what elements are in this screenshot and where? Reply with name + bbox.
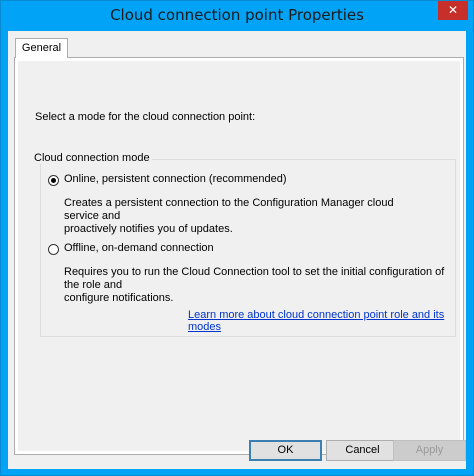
- close-icon: ✕: [447, 3, 459, 17]
- apply-button[interactable]: Apply: [393, 440, 466, 461]
- offline-mode-description: Requires you to run the Cloud Connection…: [64, 266, 454, 305]
- online-mode-label[interactable]: Online, persistent connection (recommend…: [64, 173, 287, 185]
- online-mode-description: Creates a persistent connection to the C…: [64, 197, 424, 236]
- radio-selected-dot: [51, 178, 56, 183]
- offline-desc-line1: Requires you to run the Cloud Connection…: [64, 266, 445, 291]
- dialog-client-area: General Select a mode for the cloud conn…: [8, 31, 466, 469]
- properties-window: Cloud connection point Properties ✕ Gene…: [0, 0, 474, 476]
- cancel-button[interactable]: Cancel: [326, 440, 399, 461]
- offline-mode-label[interactable]: Offline, on-demand connection: [64, 242, 214, 254]
- ok-button[interactable]: OK: [249, 440, 322, 461]
- select-mode-label: Select a mode for the cloud connection p…: [35, 111, 256, 123]
- tab-general[interactable]: General: [15, 38, 68, 58]
- general-tab-panel: Select a mode for the cloud connection p…: [14, 57, 464, 455]
- close-button[interactable]: ✕: [438, 1, 468, 20]
- learn-more-link[interactable]: Learn more about cloud connection point …: [188, 309, 460, 333]
- group-title: Cloud connection mode: [32, 152, 152, 164]
- online-mode-radio[interactable]: [48, 175, 59, 186]
- offline-desc-line2: configure notifications.: [64, 292, 174, 304]
- online-desc-line1: Creates a persistent connection to the C…: [64, 197, 394, 222]
- general-tab-content: Select a mode for the cloud connection p…: [18, 61, 460, 451]
- offline-mode-radio[interactable]: [48, 244, 59, 255]
- window-title: Cloud connection point Properties: [110, 6, 364, 24]
- online-desc-line2: proactively notifies you of updates.: [64, 223, 233, 235]
- title-bar[interactable]: Cloud connection point Properties ✕: [1, 1, 473, 31]
